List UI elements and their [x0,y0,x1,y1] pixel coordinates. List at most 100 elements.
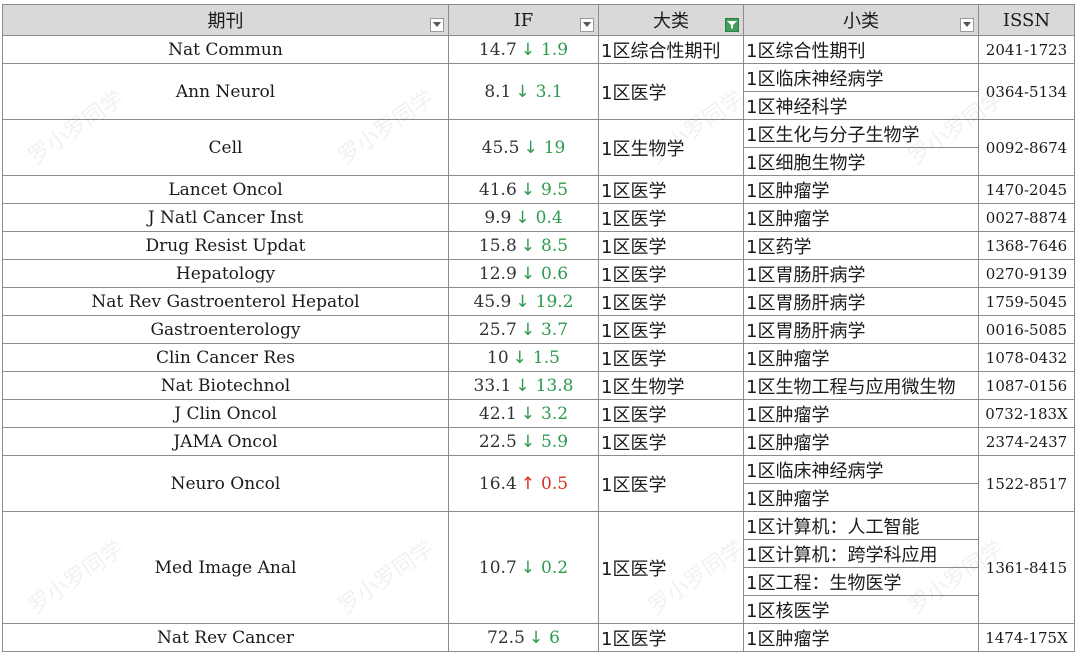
subcategory-cell[interactable]: 1区神经科学 [743,91,979,120]
category-cell[interactable]: 1区医学 [598,511,744,624]
issn-cell[interactable]: 0016-5085 [978,315,1075,344]
journal-cell[interactable]: Clin Cancer Res [2,343,449,372]
impact-factor-change: 0.5 [541,473,569,494]
subcategory-cell[interactable]: 1区药学 [743,231,979,260]
issn-cell[interactable]: 1522-8517 [978,455,1075,512]
column-header-journal[interactable]: 期刊 [2,4,449,36]
subcategory-cell[interactable]: 1区综合性期刊 [743,35,979,64]
issn-cell[interactable]: 1361-8415 [978,511,1075,624]
issn-cell[interactable]: 0364-5134 [978,63,1075,120]
issn-cell[interactable]: 1078-0432 [978,343,1075,372]
impact-factor-cell[interactable]: 45.5 ↓ 19 [448,119,599,176]
issn-cell[interactable]: 0270-9139 [978,259,1075,288]
impact-factor-cell[interactable]: 25.7 ↓ 3.7 [448,315,599,344]
category-cell[interactable]: 1区医学 [598,343,744,372]
subcategory-cell[interactable]: 1区肿瘤学 [743,399,979,428]
issn-cell[interactable]: 2374-2437 [978,427,1075,456]
category-cell[interactable]: 1区医学 [598,427,744,456]
category-cell[interactable]: 1区生物学 [598,119,744,176]
category-cell[interactable]: 1区综合性期刊 [598,35,744,64]
subcategory-cell[interactable]: 1区肿瘤学 [743,203,979,232]
journal-cell[interactable]: Nat Rev Gastroenterol Hepatol [2,287,449,316]
journal-cell[interactable]: JAMA Oncol [2,427,449,456]
journal-cell[interactable]: J Natl Cancer Inst [2,203,449,232]
arrow-down-icon: ↓ [515,81,530,102]
category-cell[interactable]: 1区医学 [598,623,744,652]
issn-cell[interactable]: 1087-0156 [978,371,1075,400]
journal-cell[interactable]: Cell [2,119,449,176]
impact-factor-cell[interactable]: 16.4 ↑ 0.5 [448,455,599,512]
category-cell[interactable]: 1区医学 [598,399,744,428]
impact-factor-cell[interactable]: 15.8 ↓ 8.5 [448,231,599,260]
impact-factor-cell[interactable]: 33.1 ↓ 13.8 [448,371,599,400]
subcategory-cell[interactable]: 1区肿瘤学 [743,175,979,204]
subcategory-cell[interactable]: 1区生物工程与应用微生物 [743,371,979,400]
category-cell[interactable]: 1区医学 [598,287,744,316]
column-header-if[interactable]: IF [448,4,599,36]
impact-factor-cell[interactable]: 45.9 ↓ 19.2 [448,287,599,316]
subcategory-cell[interactable]: 1区工程：生物医学 [743,567,979,596]
arrow-down-icon: ↓ [520,557,536,578]
impact-factor-cell[interactable]: 42.1 ↓ 3.2 [448,399,599,428]
category-cell[interactable]: 1区医学 [598,63,744,120]
category-cell[interactable]: 1区医学 [598,175,744,204]
subcategory-cell[interactable]: 1区生化与分子生物学 [743,119,979,148]
journal-cell[interactable]: Nat Biotechnol [2,371,449,400]
journal-cell[interactable]: Drug Resist Updat [2,231,449,260]
impact-factor-cell[interactable]: 72.5 ↓ 6 [448,623,599,652]
subcategory-cell[interactable]: 1区细胞生物学 [743,147,979,176]
impact-factor-cell[interactable]: 9.9 ↓ 0.4 [448,203,599,232]
journal-cell[interactable]: Nat Commun [2,35,449,64]
subcategory-cell[interactable]: 1区核医学 [743,595,979,624]
journal-cell[interactable]: J Clin Oncol [2,399,449,428]
subcategory-cell[interactable]: 1区胃肠肝病学 [743,315,979,344]
subcategory-cell[interactable]: 1区计算机：跨学科应用 [743,539,979,568]
subcategory-cell[interactable]: 1区肿瘤学 [743,483,979,512]
issn-cell[interactable]: 1759-5045 [978,287,1075,316]
subcategory-cell[interactable]: 1区肿瘤学 [743,623,979,652]
impact-factor-cell[interactable]: 8.1 ↓ 3.1 [448,63,599,120]
subcategory-cell[interactable]: 1区胃肠肝病学 [743,287,979,316]
subcategory-cell[interactable]: 1区胃肠肝病学 [743,259,979,288]
subcategory-cell[interactable]: 1区计算机：人工智能 [743,511,979,540]
impact-factor-cell[interactable]: 41.6 ↓ 9.5 [448,175,599,204]
filter-dropdown-icon[interactable] [580,18,594,32]
subcategory-cell[interactable]: 1区肿瘤学 [743,427,979,456]
subcategory-cell[interactable]: 1区肿瘤学 [743,343,979,372]
impact-factor-cell[interactable]: 22.5 ↓ 5.9 [448,427,599,456]
journal-cell[interactable]: Gastroenterology [2,315,449,344]
category-cell[interactable]: 1区医学 [598,315,744,344]
journal-cell[interactable]: Hepatology [2,259,449,288]
category-cell[interactable]: 1区生物学 [598,371,744,400]
category-cell[interactable]: 1区医学 [598,259,744,288]
issn-cell[interactable]: 1470-2045 [978,175,1075,204]
impact-factor-value: 16.4 [478,473,517,494]
journal-cell[interactable]: Lancet Oncol [2,175,449,204]
issn-cell[interactable]: 2041-1723 [978,35,1075,64]
issn-cell[interactable]: 0092-8674 [978,119,1075,176]
impact-factor-cell[interactable]: 10 ↓ 1.5 [448,343,599,372]
impact-factor-change: 0.4 [535,207,563,228]
subcategory-cell[interactable]: 1区临床神经病学 [743,455,979,484]
issn-cell[interactable]: 0732-183X [978,399,1075,428]
issn-cell[interactable]: 0027-8874 [978,203,1075,232]
column-header-category[interactable]: 大类 [598,4,744,36]
category-cell[interactable]: 1区医学 [598,455,744,512]
impact-factor-cell[interactable]: 12.9 ↓ 0.6 [448,259,599,288]
journal-cell[interactable]: Neuro Oncol [2,455,449,512]
subcategory-cell[interactable]: 1区临床神经病学 [743,63,979,92]
impact-factor-cell[interactable]: 14.7 ↓ 1.9 [448,35,599,64]
filter-dropdown-icon[interactable] [960,18,974,32]
category-cell[interactable]: 1区医学 [598,231,744,260]
journal-cell[interactable]: Nat Rev Cancer [2,623,449,652]
journal-cell[interactable]: Med Image Anal [2,511,449,624]
column-header-issn[interactable]: ISSN [978,4,1075,36]
impact-factor-cell[interactable]: 10.7 ↓ 0.2 [448,511,599,624]
issn-cell[interactable]: 1368-7646 [978,231,1075,260]
issn-cell[interactable]: 1474-175X [978,623,1075,652]
filter-dropdown-icon[interactable] [430,18,444,32]
journal-cell[interactable]: Ann Neurol [2,63,449,120]
column-header-subcategory[interactable]: 小类 [743,4,979,36]
filter-active-icon[interactable] [725,18,739,32]
category-cell[interactable]: 1区医学 [598,203,744,232]
